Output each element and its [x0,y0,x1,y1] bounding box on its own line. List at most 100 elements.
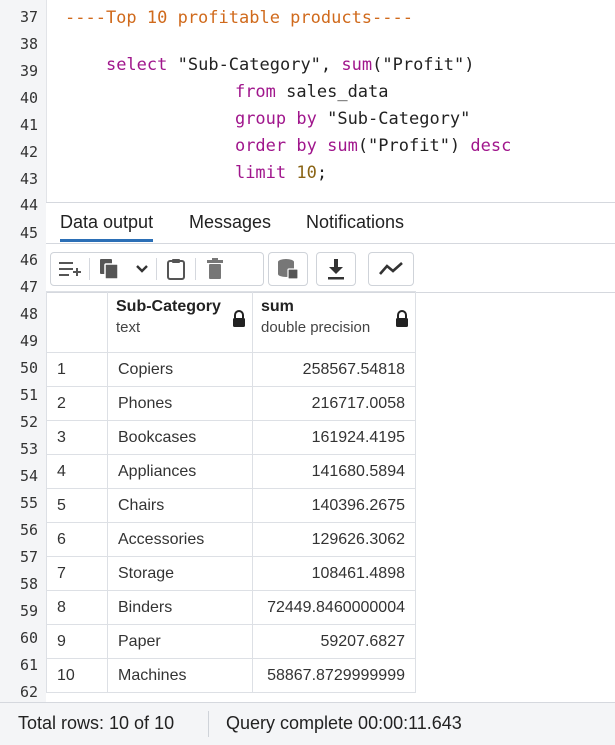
sum-cell[interactable]: 141680.5894 [252,454,416,489]
line-number: 41 [19,116,38,134]
delete-icon[interactable] [196,253,234,285]
sum-cell[interactable]: 161924.4195 [252,420,416,455]
line-number-gutter: 37 38 39 40 41 42 43 44 45 46 47 48 49 50 51 52 53 54 55 56… [0,0,47,744]
sub-category-cell[interactable]: Accessories [107,522,253,557]
table-row[interactable]: 7 Storage 108461.4898 [46,556,416,591]
sub-category-cell[interactable]: Chairs [107,488,253,523]
column-type: text [116,319,141,336]
results-panel: Data output Messages Notifications Sub-C… [46,202,615,745]
lock-icon [395,310,409,333]
row-number-cell[interactable]: 5 [46,488,108,523]
sub-category-cell[interactable]: Bookcases [107,420,253,455]
line-number: 44 [19,196,38,214]
line-number: 56 [19,521,38,539]
row-number-cell[interactable]: 10 [46,658,108,693]
line-number: 40 [19,89,38,107]
code-line-42: limit 10; [194,143,327,203]
sum-cell[interactable]: 216717.0058 [252,386,416,421]
grid-header-row: Sub-Category text sum double precision [46,291,416,353]
table-row[interactable]: 6 Accessories 129626.3062 [46,522,416,557]
tab-messages[interactable]: Messages [189,212,271,233]
line-number: 58 [19,575,38,593]
line-number: 53 [19,440,38,458]
download-icon[interactable] [317,253,355,285]
lock-icon [232,310,246,333]
table-row[interactable]: 5 Chairs 140396.2675 [46,488,416,523]
row-number-cell[interactable]: 7 [46,556,108,591]
line-number: 62 [19,683,38,701]
sum-cell[interactable]: 129626.3062 [252,522,416,557]
row-number-cell[interactable]: 2 [46,386,108,421]
line-number: 46 [19,251,38,269]
table-row[interactable]: 4 Appliances 141680.5894 [46,454,416,489]
graph-visualiser-button[interactable] [368,252,414,286]
tab-data-output[interactable]: Data output [60,212,154,242]
copy-icon[interactable] [90,253,128,285]
line-number: 38 [19,35,38,53]
status-bar: Total rows: 10 of 10 Query complete 00:0… [0,702,615,745]
download-button[interactable] [316,252,356,286]
sum-cell[interactable]: 258567.54818 [252,352,416,387]
sub-category-cell[interactable]: Copiers [107,352,253,387]
row-number-cell[interactable]: 6 [46,522,108,557]
sum-cell[interactable]: 72449.8460000004 [252,590,416,625]
line-number: 54 [19,467,38,485]
line-number: 55 [19,494,38,512]
sum-cell[interactable]: 108461.4898 [252,556,416,591]
table-row[interactable]: 9 Paper 59207.6827 [46,624,416,659]
line-number: 49 [19,332,38,350]
row-number-cell[interactable]: 4 [46,454,108,489]
line-number: 52 [19,413,38,431]
total-rows-label: Total rows: 10 of 10 [18,713,175,733]
row-number-cell[interactable]: 8 [46,590,108,625]
column-header-sum[interactable]: sum double precision [252,291,416,353]
row-number-header [46,291,108,353]
column-name: sum [261,298,294,315]
sub-category-cell[interactable]: Storage [107,556,253,591]
column-name: Sub-Category [116,298,221,315]
column-type: double precision [261,319,371,336]
graph-visualiser-icon[interactable] [369,253,413,285]
keyword-desc: desc [470,136,512,156]
row-number-cell[interactable]: 3 [46,420,108,455]
sum-cell[interactable]: 140396.2675 [252,488,416,523]
status-divider [208,711,209,737]
sum-cell[interactable]: 59207.6827 [252,624,416,659]
chevron-down-icon[interactable] [128,253,156,285]
function-arg: ("Profit") [357,136,461,156]
line-number: 51 [19,386,38,404]
row-number-cell[interactable]: 9 [46,624,108,659]
sum-cell[interactable]: 58867.8729999999 [252,658,416,693]
limit-number: 10 [296,163,317,183]
line-number: 45 [19,224,38,242]
save-data-button[interactable] [268,252,308,286]
paste-icon[interactable] [157,253,195,285]
sub-category-cell[interactable]: Appliances [107,454,253,489]
sub-category-cell[interactable]: Binders [107,590,253,625]
comment-line: ----Top 10 profitable products---- [65,8,413,28]
line-number: 60 [19,629,38,647]
table-row[interactable]: 2 Phones 216717.0058 [46,386,416,421]
add-row-icon[interactable] [51,253,89,285]
table-row[interactable]: 10 Machines 58867.8729999999 [46,658,416,693]
line-number: 42 [19,143,38,161]
line-number: 57 [19,548,38,566]
results-grid: Sub-Category text sum double precision 1… [46,291,416,693]
table-row[interactable]: 8 Binders 72449.8460000004 [46,590,416,625]
sub-category-cell[interactable]: Paper [107,624,253,659]
table-row[interactable]: 3 Bookcases 161924.4195 [46,420,416,455]
table-row[interactable]: 1 Copiers 258567.54818 [46,352,416,387]
tab-notifications[interactable]: Notifications [306,212,404,233]
row-number-cell[interactable]: 1 [46,352,108,387]
save-data-icon[interactable] [269,253,307,285]
keyword-limit: limit [234,163,287,183]
sub-category-cell[interactable]: Machines [107,658,253,693]
line-number: 47 [19,278,38,296]
results-tabs: Data output Messages Notifications [46,203,615,244]
results-toolbar [46,244,615,293]
keyword-select: select [105,55,168,75]
column-header-sub-category[interactable]: Sub-Category text [107,291,253,353]
line-number: 37 [19,8,38,26]
sub-category-cell[interactable]: Phones [107,386,253,421]
line-number: 48 [19,305,38,323]
